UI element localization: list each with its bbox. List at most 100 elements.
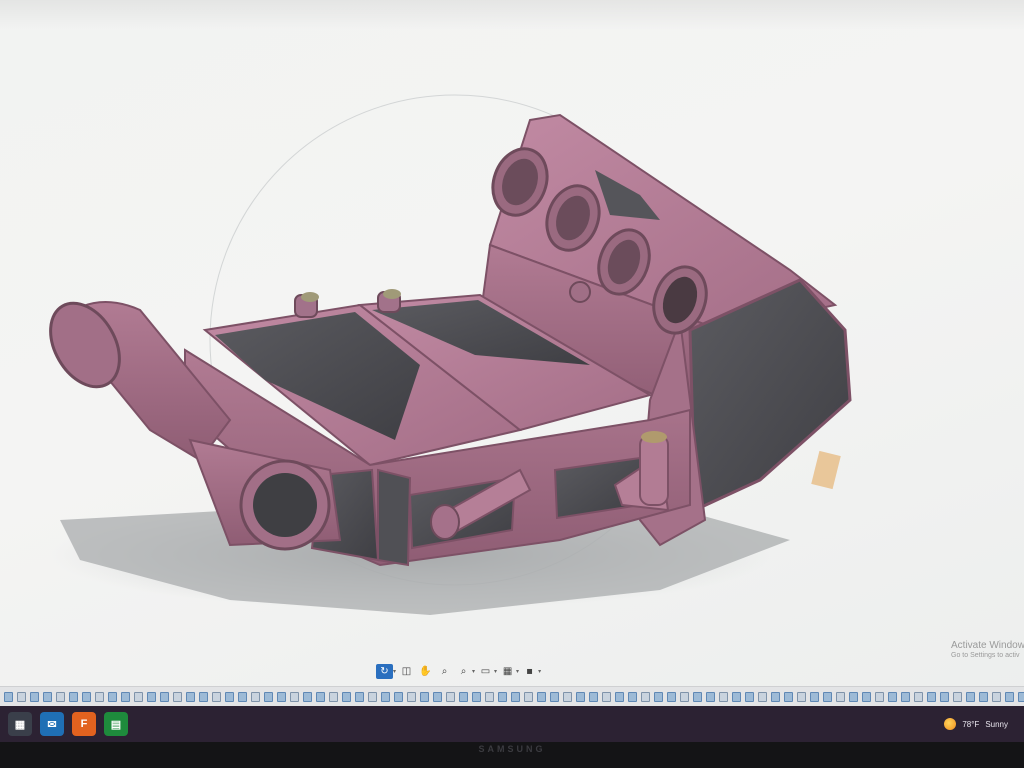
- timeline-feature-icon[interactable]: [979, 692, 988, 702]
- zoom-dropdown-icon[interactable]: ▾: [472, 668, 475, 675]
- mail-icon[interactable]: ✉: [40, 712, 64, 736]
- timeline-feature-icon[interactable]: [420, 692, 429, 702]
- timeline-feature-icon[interactable]: [329, 692, 338, 702]
- timeline-feature-icon[interactable]: [927, 692, 936, 702]
- timeline-feature-icon[interactable]: [498, 692, 507, 702]
- timeline-feature-icon[interactable]: [966, 692, 975, 702]
- timeline-feature-icon[interactable]: [108, 692, 117, 702]
- timeline-feature-icon[interactable]: [56, 692, 65, 702]
- timeline-feature-icon[interactable]: [524, 692, 533, 702]
- timeline-feature-icon[interactable]: [758, 692, 767, 702]
- timeline-feature-icon[interactable]: [134, 692, 143, 702]
- timeline-feature-icon[interactable]: [901, 692, 910, 702]
- timeline-feature-icon[interactable]: [771, 692, 780, 702]
- task-view-icon[interactable]: ▦: [8, 712, 32, 736]
- timeline-feature-icon[interactable]: [823, 692, 832, 702]
- viewports-dropdown-icon[interactable]: ▾: [538, 668, 541, 675]
- timeline-feature-icon[interactable]: [511, 692, 520, 702]
- timeline-feature-icon[interactable]: [82, 692, 91, 702]
- timeline-feature-icon[interactable]: [199, 692, 208, 702]
- sticky-note: [811, 450, 841, 490]
- timeline-feature-icon[interactable]: [147, 692, 156, 702]
- timeline-feature-icon[interactable]: [628, 692, 637, 702]
- zoom-window-icon[interactable]: ⌕: [455, 664, 472, 679]
- timeline-feature-icon[interactable]: [849, 692, 858, 702]
- timeline-feature-icon[interactable]: [368, 692, 377, 702]
- timeline-feature-icon[interactable]: [602, 692, 611, 702]
- timeline-feature-icon[interactable]: [563, 692, 572, 702]
- system-tray[interactable]: 78°F Sunny: [944, 706, 1008, 742]
- timeline-feature-icon[interactable]: [719, 692, 728, 702]
- timeline-feature-icon[interactable]: [953, 692, 962, 702]
- timeline-feature-icon[interactable]: [355, 692, 364, 702]
- timeline-feature-icon[interactable]: [810, 692, 819, 702]
- display-dropdown-icon[interactable]: ▾: [494, 668, 497, 675]
- timeline-feature-icon[interactable]: [43, 692, 52, 702]
- 3d-viewport[interactable]: [0, 0, 1024, 680]
- timeline-feature-icon[interactable]: [641, 692, 650, 702]
- timeline-feature-icon[interactable]: [173, 692, 182, 702]
- timeline-feature-icon[interactable]: [550, 692, 559, 702]
- timeline-feature-icon[interactable]: [706, 692, 715, 702]
- timeline-feature-icon[interactable]: [654, 692, 663, 702]
- pan-icon[interactable]: ✋: [417, 664, 434, 679]
- timeline-feature-icon[interactable]: [238, 692, 247, 702]
- timeline-feature-icon[interactable]: [251, 692, 260, 702]
- timeline-feature-icon[interactable]: [394, 692, 403, 702]
- timeline-feature-icon[interactable]: [472, 692, 481, 702]
- grid-settings-icon[interactable]: ▦: [499, 664, 516, 679]
- orbit-dropdown-icon[interactable]: ▾: [393, 668, 396, 675]
- timeline-feature-icon[interactable]: [797, 692, 806, 702]
- viewports-icon[interactable]: ▪: [521, 664, 538, 679]
- timeline-feature-icon[interactable]: [17, 692, 26, 702]
- timeline-feature-icon[interactable]: [485, 692, 494, 702]
- orbit-icon[interactable]: ↻: [376, 664, 393, 679]
- grid-dropdown-icon[interactable]: ▾: [516, 668, 519, 675]
- timeline-feature-icon[interactable]: [30, 692, 39, 702]
- timeline-feature-icon[interactable]: [433, 692, 442, 702]
- timeline-feature-icon[interactable]: [95, 692, 104, 702]
- timeline-feature-icon[interactable]: [1005, 692, 1014, 702]
- timeline-feature-icon[interactable]: [615, 692, 624, 702]
- timeline-feature-icon[interactable]: [407, 692, 416, 702]
- timeline-feature-icon[interactable]: [121, 692, 130, 702]
- timeline-feature-icon[interactable]: [446, 692, 455, 702]
- design-timeline[interactable]: [0, 686, 1024, 707]
- timeline-feature-icon[interactable]: [225, 692, 234, 702]
- fusion-app-icon[interactable]: F: [72, 712, 96, 736]
- timeline-feature-icon[interactable]: [836, 692, 845, 702]
- look-at-icon[interactable]: ◫: [398, 664, 415, 679]
- timeline-feature-icon[interactable]: [186, 692, 195, 702]
- timeline-feature-icon[interactable]: [303, 692, 312, 702]
- timeline-feature-icon[interactable]: [4, 692, 13, 702]
- timeline-feature-icon[interactable]: [537, 692, 546, 702]
- timeline-feature-icon[interactable]: [290, 692, 299, 702]
- timeline-feature-icon[interactable]: [888, 692, 897, 702]
- timeline-feature-icon[interactable]: [1018, 692, 1024, 702]
- timeline-feature-icon[interactable]: [745, 692, 754, 702]
- timeline-feature-icon[interactable]: [576, 692, 585, 702]
- zoom-icon[interactable]: ⌕: [436, 664, 453, 679]
- timeline-feature-icon[interactable]: [277, 692, 286, 702]
- timeline-feature-icon[interactable]: [212, 692, 221, 702]
- timeline-feature-icon[interactable]: [914, 692, 923, 702]
- timeline-feature-icon[interactable]: [784, 692, 793, 702]
- timeline-feature-icon[interactable]: [693, 692, 702, 702]
- timeline-feature-icon[interactable]: [992, 692, 1001, 702]
- timeline-feature-icon[interactable]: [940, 692, 949, 702]
- display-settings-icon[interactable]: ▭: [477, 664, 494, 679]
- timeline-feature-icon[interactable]: [69, 692, 78, 702]
- sheets-app-icon[interactable]: ▤: [104, 712, 128, 736]
- timeline-feature-icon[interactable]: [316, 692, 325, 702]
- timeline-feature-icon[interactable]: [667, 692, 676, 702]
- timeline-feature-icon[interactable]: [680, 692, 689, 702]
- timeline-feature-icon[interactable]: [589, 692, 598, 702]
- timeline-feature-icon[interactable]: [732, 692, 741, 702]
- timeline-feature-icon[interactable]: [342, 692, 351, 702]
- timeline-feature-icon[interactable]: [160, 692, 169, 702]
- timeline-feature-icon[interactable]: [875, 692, 884, 702]
- timeline-feature-icon[interactable]: [459, 692, 468, 702]
- timeline-feature-icon[interactable]: [862, 692, 871, 702]
- timeline-feature-icon[interactable]: [264, 692, 273, 702]
- timeline-feature-icon[interactable]: [381, 692, 390, 702]
